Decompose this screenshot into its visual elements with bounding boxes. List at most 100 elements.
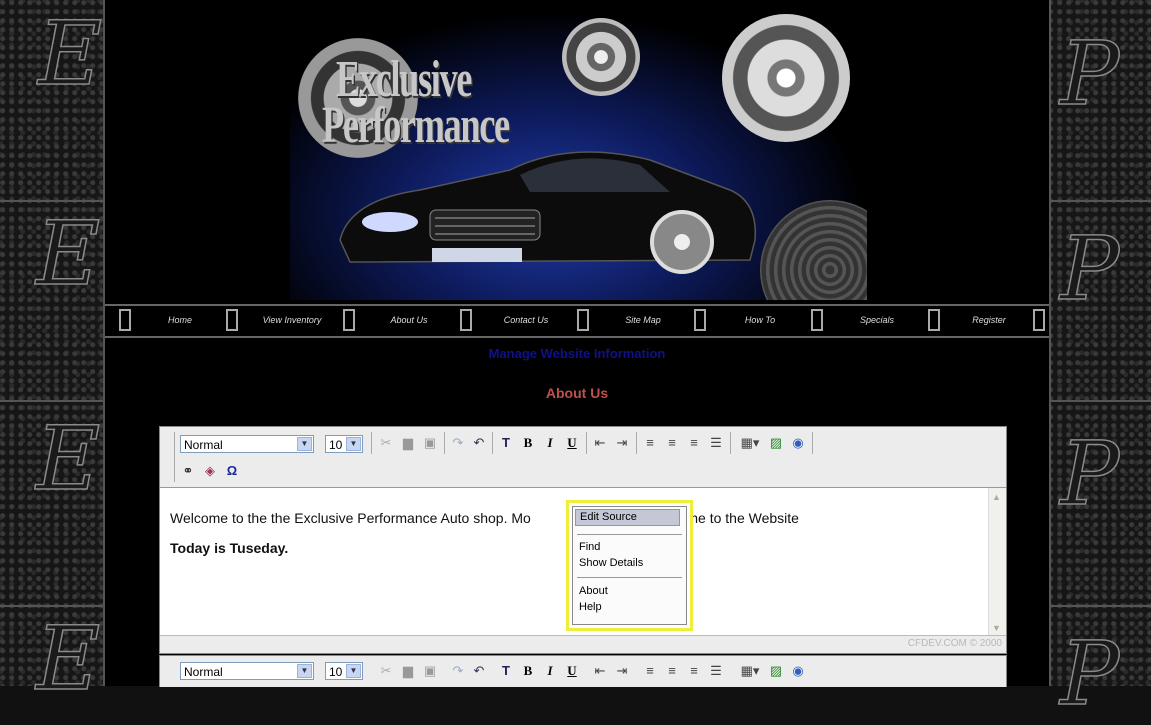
tire-image: [760, 200, 867, 300]
side-divider: [0, 400, 103, 402]
special-char-icon[interactable]: Ω: [222, 461, 242, 481]
text-color-icon[interactable]: T: [496, 661, 516, 681]
align-center-icon[interactable]: ≡: [662, 433, 682, 453]
nav-divider: [928, 309, 940, 331]
chevron-down-icon: ▼: [346, 664, 361, 678]
site-banner: Exclusive Performance: [290, 10, 867, 300]
nav-divider: [343, 309, 355, 331]
align-left-icon[interactable]: ≡: [640, 433, 660, 453]
nav-divider: [1033, 309, 1045, 331]
nav-divider: [811, 309, 823, 331]
format-select[interactable]: Normal ▼: [180, 435, 314, 453]
nav-specials[interactable]: Specials: [827, 310, 927, 330]
format-select-value: Normal: [184, 438, 223, 452]
table-icon[interactable]: ▦▾: [736, 661, 764, 681]
underline-icon[interactable]: U: [562, 433, 582, 453]
nav-home[interactable]: Home: [135, 310, 225, 330]
toolbar-grip: [174, 432, 175, 482]
car-image: [339, 151, 757, 274]
monogram-p: P: [1059, 622, 1120, 725]
monogram-p: P: [1059, 217, 1120, 320]
toolbar-separator: [586, 432, 587, 454]
context-menu-body: Edit Source Find Show Details About Help: [572, 506, 687, 625]
italic-icon[interactable]: I: [540, 661, 560, 681]
chevron-down-icon: ▼: [297, 664, 312, 678]
cut-icon[interactable]: ✂: [376, 661, 396, 681]
menu-item-edit-source[interactable]: Edit Source: [575, 509, 680, 526]
monogram-e: E: [35, 202, 101, 305]
bold-icon[interactable]: B: [518, 433, 538, 453]
cut-icon[interactable]: ✂: [376, 433, 396, 453]
nav-view-inventory[interactable]: View Inventory: [242, 310, 342, 330]
menu-item-help[interactable]: Help: [579, 601, 602, 613]
nav-divider: [119, 309, 131, 331]
indent-icon[interactable]: ⇥: [612, 661, 632, 681]
menu-divider: [577, 577, 682, 578]
redo-icon[interactable]: ↷: [448, 661, 468, 681]
text-color-icon[interactable]: T: [496, 433, 516, 453]
align-right-icon[interactable]: ≡: [684, 661, 704, 681]
bullet-list-icon[interactable]: ☰: [706, 433, 726, 453]
copy-icon[interactable]: ▆: [398, 661, 418, 681]
toolbar-separator: [444, 432, 445, 454]
side-divider: [1048, 605, 1151, 607]
menu-item-show-details[interactable]: Show Details: [579, 557, 643, 569]
left-side-panel: E E E E: [0, 0, 103, 703]
link-icon[interactable]: ◉: [788, 433, 808, 453]
align-right-icon[interactable]: ≡: [684, 433, 704, 453]
section-title: About Us: [545, 385, 609, 401]
format-select-value: Normal: [184, 665, 223, 679]
editor-footer: CFDEV.COM © 2000: [160, 635, 1006, 653]
font-size-select-value: 10: [329, 665, 343, 679]
paste-icon[interactable]: ▣: [420, 433, 440, 453]
undo-icon[interactable]: ↶: [469, 433, 489, 453]
nav-register[interactable]: Register: [944, 310, 1034, 330]
underline-icon[interactable]: U: [562, 661, 582, 681]
nav-divider: [694, 309, 706, 331]
copy-icon[interactable]: ▆: [398, 433, 418, 453]
image-icon[interactable]: ▨: [766, 433, 786, 453]
nav-about-us[interactable]: About Us: [359, 310, 459, 330]
context-menu: Edit Source Find Show Details About Help: [566, 500, 693, 631]
chevron-down-icon: ▼: [297, 437, 312, 451]
wheel-image: [722, 14, 850, 142]
table-icon[interactable]: ▦▾: [736, 433, 764, 453]
toolbar-separator: [812, 432, 813, 454]
undo-icon[interactable]: ↶: [469, 661, 489, 681]
format-select[interactable]: Normal ▼: [180, 662, 314, 680]
nav-how-to[interactable]: How To: [710, 310, 810, 330]
bold-icon[interactable]: B: [518, 661, 538, 681]
find-icon[interactable]: ⚭: [178, 461, 198, 481]
nav-contact-us[interactable]: Contact Us: [476, 310, 576, 330]
side-divider: [1048, 400, 1151, 402]
nav-divider: [226, 309, 238, 331]
link-icon[interactable]: ◉: [788, 661, 808, 681]
align-left-icon[interactable]: ≡: [640, 661, 660, 681]
outdent-icon[interactable]: ⇤: [590, 433, 610, 453]
font-size-select-value: 10: [329, 438, 343, 452]
rich-text-editor-2: Normal ▼ 10 ▼ ✂ ▆ ▣ ↷ ↶ T B I U ⇤ ⇥ ≡ ≡ …: [159, 655, 1007, 687]
image-icon[interactable]: ▨: [766, 661, 786, 681]
menu-item-about[interactable]: About: [579, 585, 608, 597]
bullet-list-icon[interactable]: ☰: [706, 661, 726, 681]
monogram-p: P: [1059, 22, 1120, 125]
scroll-down-icon[interactable]: ▼: [992, 623, 1001, 633]
menu-item-find[interactable]: Find: [579, 541, 600, 553]
italic-icon[interactable]: I: [540, 433, 560, 453]
scroll-up-icon[interactable]: ▲: [992, 492, 1001, 502]
indent-icon[interactable]: ⇥: [612, 433, 632, 453]
font-size-select[interactable]: 10 ▼: [325, 435, 363, 453]
editor-scrollbar[interactable]: ▲ ▼: [988, 488, 1006, 636]
manage-title: Manage Website Information: [488, 346, 666, 361]
monogram-p: P: [1059, 422, 1120, 525]
spellcheck-icon[interactable]: ◈: [200, 461, 220, 481]
redo-icon[interactable]: ↷: [448, 433, 468, 453]
toolbar-separator: [636, 432, 637, 454]
main-content: Exclusive Performance Home View Inventor…: [103, 0, 1051, 687]
nav-site-map[interactable]: Site Map: [593, 310, 693, 330]
outdent-icon[interactable]: ⇤: [590, 661, 610, 681]
align-center-icon[interactable]: ≡: [662, 661, 682, 681]
font-size-select[interactable]: 10 ▼: [325, 662, 363, 680]
monogram-e: E: [35, 407, 101, 510]
paste-icon[interactable]: ▣: [420, 661, 440, 681]
